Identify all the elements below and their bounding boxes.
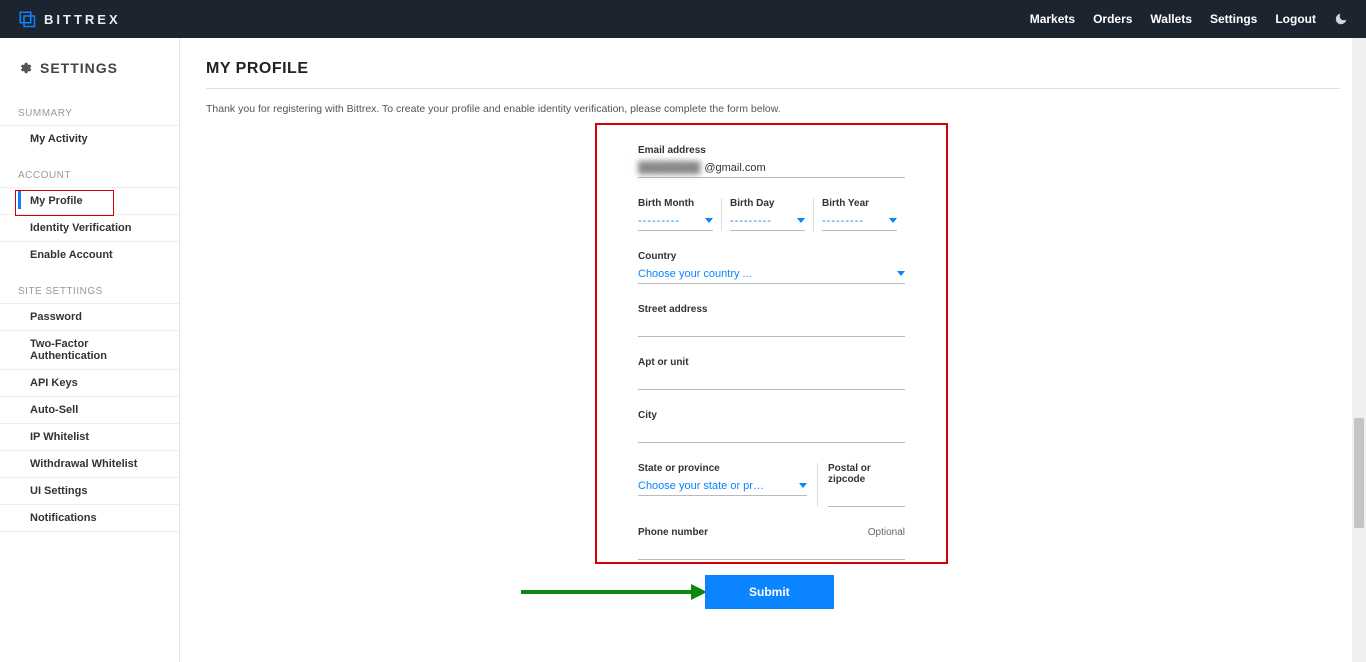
select-birth-month[interactable]: --------- — [638, 211, 713, 231]
label-apt: Apt or unit — [638, 357, 905, 368]
sidebar-header: SETTINGS — [0, 60, 179, 90]
sidebar-item-wwl[interactable]: Withdrawal Whitelist — [0, 450, 179, 477]
sidebar-item-enable[interactable]: Enable Account — [0, 241, 179, 268]
intro-text: Thank you for registering with Bittrex. … — [206, 103, 1340, 115]
chevron-down-icon — [889, 218, 897, 223]
label-birth-month: Birth Month — [638, 198, 713, 209]
chevron-down-icon — [799, 483, 807, 488]
sidebar-item-ipwl[interactable]: IP Whitelist — [0, 423, 179, 450]
sidebar: SETTINGS SUMMARY My Activity ACCOUNT My … — [0, 38, 180, 662]
nav-logout[interactable]: Logout — [1275, 12, 1316, 26]
sidebar-item-autosell[interactable]: Auto-Sell — [0, 396, 179, 423]
page-title: MY PROFILE — [206, 60, 1340, 78]
dark-mode-toggle-icon[interactable] — [1334, 12, 1348, 26]
top-nav: Markets Orders Wallets Settings Logout — [1030, 12, 1348, 26]
label-birth-day: Birth Day — [730, 198, 805, 209]
label-postal: Postal or zipcode — [828, 463, 905, 485]
select-country[interactable]: Choose your country ... — [638, 264, 905, 284]
label-city: City — [638, 410, 905, 421]
label-phone: Phone number Optional — [638, 527, 905, 538]
sidebar-item-activity[interactable]: My Activity — [0, 125, 179, 152]
field-email: Email address ████████ @gmail.com — [638, 145, 905, 178]
label-country: Country — [638, 251, 905, 262]
scrollbar[interactable] — [1352, 38, 1366, 662]
sidebar-group-account: ACCOUNT — [0, 170, 179, 181]
sidebar-item-password[interactable]: Password — [0, 303, 179, 330]
divider — [206, 88, 1340, 89]
select-birth-year[interactable]: --------- — [822, 211, 897, 231]
select-birth-day[interactable]: --------- — [730, 211, 805, 231]
sidebar-item-idv[interactable]: Identity Verification — [0, 214, 179, 241]
brand-name: BITTREX — [44, 12, 121, 27]
label-street: Street address — [638, 304, 905, 315]
submit-button[interactable]: Submit — [705, 575, 834, 609]
label-email: Email address — [638, 145, 905, 156]
input-apt[interactable] — [638, 370, 905, 390]
nav-wallets[interactable]: Wallets — [1150, 12, 1192, 26]
brand[interactable]: BITTREX — [18, 10, 121, 28]
label-state: State or province — [638, 463, 807, 474]
input-city[interactable] — [638, 423, 905, 443]
email-masked: ████████ — [638, 162, 700, 174]
brand-logo-icon — [18, 10, 36, 28]
nav-markets[interactable]: Markets — [1030, 12, 1075, 26]
email-suffix: @gmail.com — [704, 162, 765, 174]
input-phone[interactable] — [638, 540, 905, 560]
chevron-down-icon — [897, 271, 905, 276]
annotation-arrow-icon — [521, 583, 707, 601]
chevron-down-icon — [705, 218, 713, 223]
sidebar-item-profile[interactable]: My Profile — [0, 187, 179, 214]
sidebar-item-tfa[interactable]: Two-Factor Authentication — [0, 330, 179, 369]
chevron-down-icon — [797, 218, 805, 223]
gear-icon — [18, 61, 32, 75]
nav-settings[interactable]: Settings — [1210, 12, 1257, 26]
sidebar-group-site: SITE SETTIINGS — [0, 286, 179, 297]
sidebar-group-summary: SUMMARY — [0, 108, 179, 119]
scrollbar-thumb[interactable] — [1354, 418, 1364, 528]
sidebar-title: SETTINGS — [40, 60, 118, 76]
nav-orders[interactable]: Orders — [1093, 12, 1132, 26]
input-street[interactable] — [638, 317, 905, 337]
select-state[interactable]: Choose your state or province ... — [638, 476, 807, 496]
sidebar-item-api[interactable]: API Keys — [0, 369, 179, 396]
label-birth-year: Birth Year — [822, 198, 897, 209]
sidebar-item-notif[interactable]: Notifications — [0, 504, 179, 532]
label-optional: Optional — [868, 527, 905, 538]
top-bar: BITTREX Markets Orders Wallets Settings … — [0, 0, 1366, 38]
input-postal[interactable] — [828, 487, 905, 507]
content-area: MY PROFILE Thank you for registering wit… — [180, 38, 1366, 662]
email-value: ████████ @gmail.com — [638, 158, 905, 178]
sidebar-item-uiset[interactable]: UI Settings — [0, 477, 179, 504]
